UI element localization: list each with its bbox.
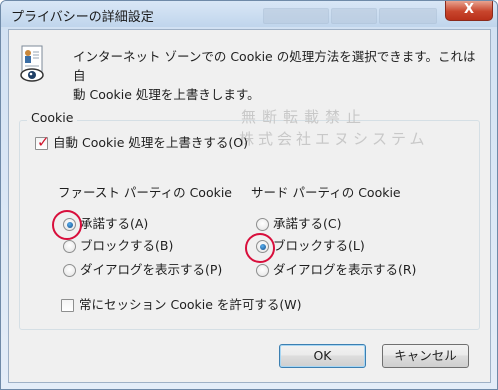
close-button[interactable]: X	[445, 1, 493, 21]
checkmark-icon: ✓	[37, 133, 50, 151]
highlight-circle	[52, 210, 82, 240]
first-party-accept-label: 承諾する(A)	[80, 216, 149, 231]
override-checkbox-row[interactable]: ✓ 自動 Cookie 処理を上書きする(O)	[35, 133, 295, 152]
close-icon: X	[463, 2, 475, 17]
cookie-group-title: Cookie	[27, 110, 78, 125]
cancel-button[interactable]: キャンセル	[382, 344, 469, 368]
third-party-heading: サード パーティの Cookie	[251, 185, 401, 200]
first-party-block-radio-row[interactable]: ブロックする(B)	[58, 237, 198, 255]
first-party-block-radio[interactable]	[63, 240, 76, 253]
session-cookie-checkbox-row[interactable]: 常にセッション Cookie を許可する(W)	[61, 296, 302, 314]
first-party-block-label: ブロックする(B)	[80, 238, 174, 253]
third-party-accept-radio-row[interactable]: 承諾する(C)	[251, 215, 391, 233]
first-party-prompt-label: ダイアログを表示する(P)	[80, 262, 223, 277]
background-tab	[263, 8, 329, 24]
description-text: インターネット ゾーンでの Cookie の処理方法を選択できます。これは自 動…	[73, 47, 483, 104]
ok-button[interactable]: OK	[279, 344, 366, 368]
first-party-prompt-radio-row[interactable]: ダイアログを表示する(P)	[58, 261, 228, 279]
third-party-prompt-label: ダイアログを表示する(R)	[273, 262, 417, 277]
session-cookie-label: 常にセッション Cookie を許可する(W)	[79, 297, 302, 312]
session-cookie-checkbox[interactable]	[61, 299, 74, 312]
privacy-document-icon	[20, 45, 44, 82]
third-party-prompt-radio[interactable]	[256, 264, 269, 277]
background-tab	[331, 8, 377, 24]
title-bar[interactable]: プライバシーの詳細設定 X	[1, 1, 497, 27]
third-party-accept-radio[interactable]	[256, 218, 269, 231]
background-tab	[379, 8, 437, 24]
dialog-window: プライバシーの詳細設定 X インターネット ゾーンでの Cookie の処理方法…	[0, 0, 498, 390]
third-party-accept-label: 承諾する(C)	[273, 216, 342, 231]
description-line: 動 Cookie 処理を上書きします。	[73, 87, 260, 102]
description-line: インターネット ゾーンでの Cookie の処理方法を選択できます。これは自	[73, 49, 476, 83]
third-party-prompt-radio-row[interactable]: ダイアログを表示する(R)	[251, 261, 421, 279]
dialog-content: インターネット ゾーンでの Cookie の処理方法を選択できます。これは自 動…	[8, 29, 491, 383]
window-title: プライバシーの詳細設定	[11, 10, 154, 25]
override-checkbox[interactable]: ✓	[35, 133, 50, 151]
third-party-block-label: ブロックする(L)	[273, 238, 365, 253]
first-party-heading: ファースト パーティの Cookie	[58, 185, 232, 200]
first-party-prompt-radio[interactable]	[63, 264, 76, 277]
watermark-text: 無断転載禁止	[241, 108, 368, 126]
highlight-circle	[245, 233, 275, 263]
override-label: 自動 Cookie 処理を上書きする(O)	[53, 135, 248, 150]
